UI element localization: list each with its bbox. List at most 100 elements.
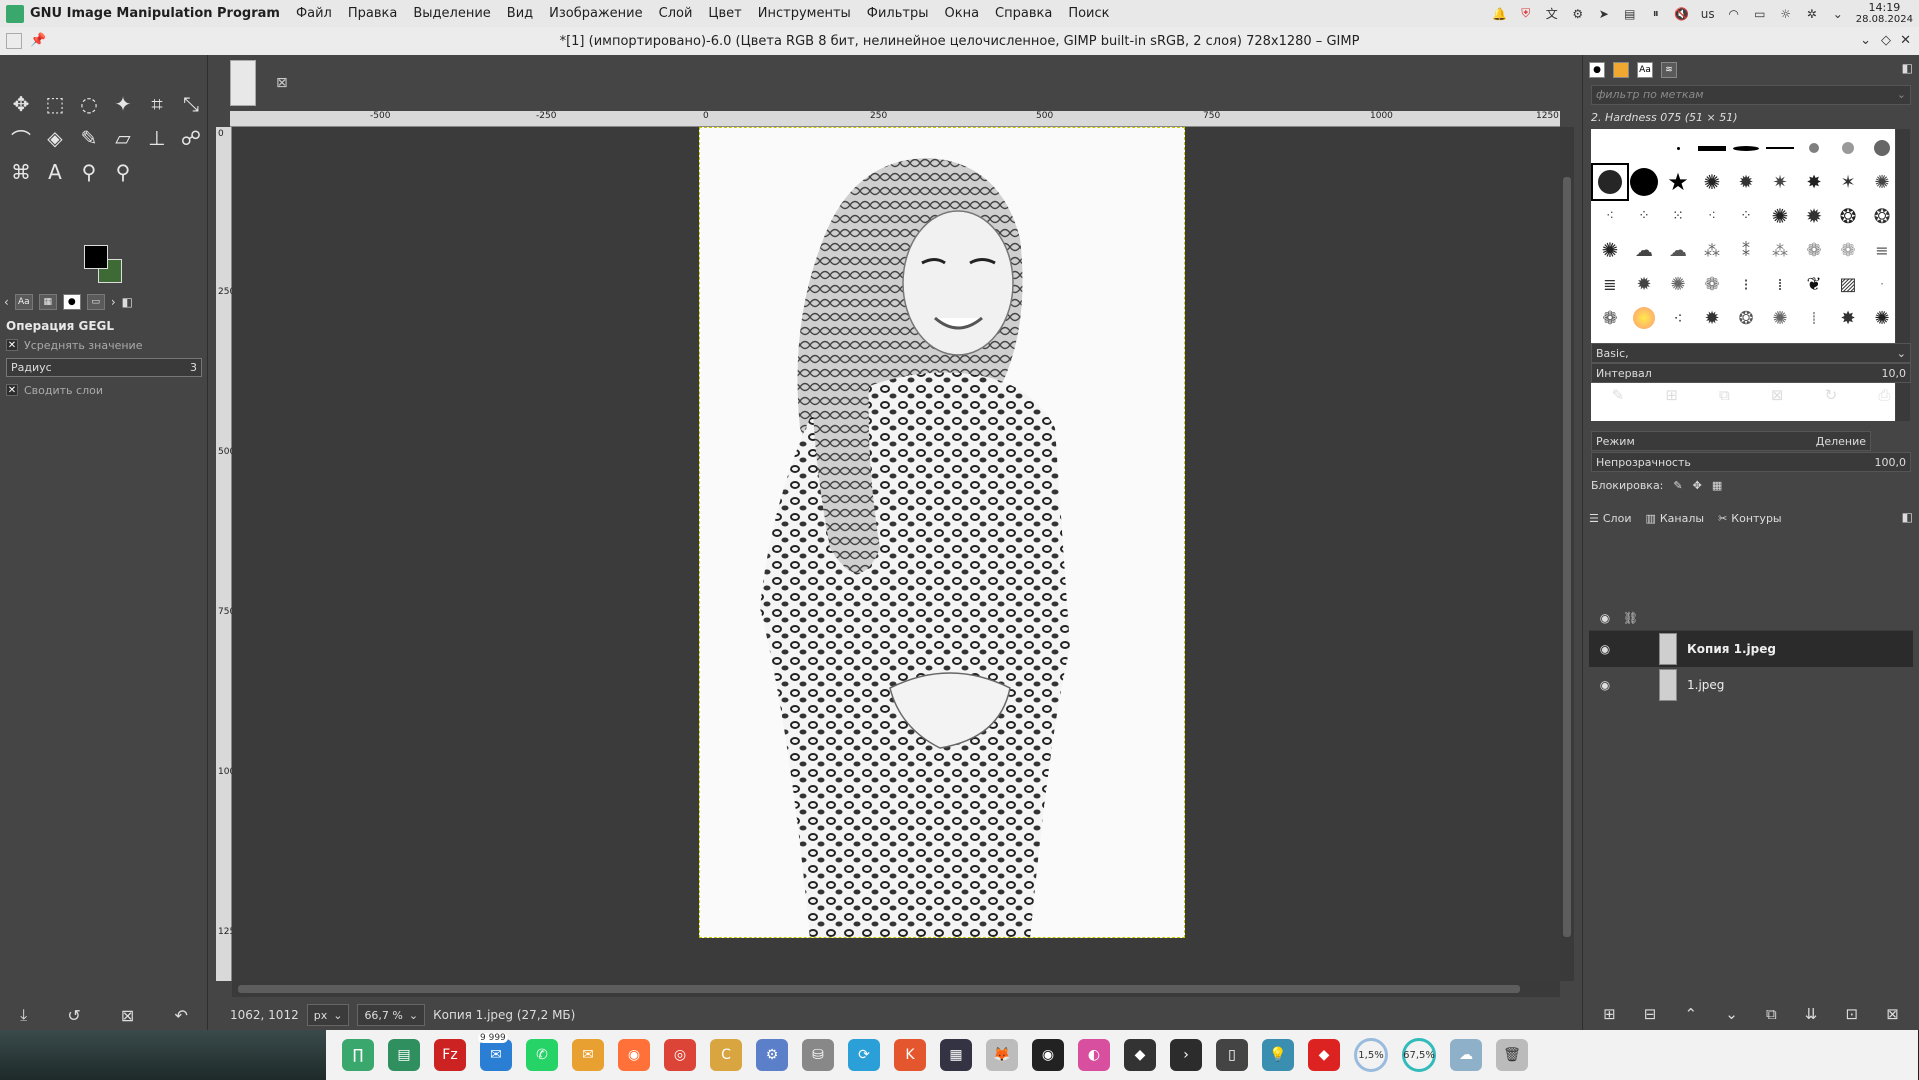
- mail-icon[interactable]: ✉: [572, 1039, 604, 1071]
- dock-menu-icon[interactable]: ◧: [1902, 61, 1913, 75]
- crop-icon[interactable]: ⌗: [140, 87, 174, 121]
- network-icon[interactable]: ⚙: [1570, 6, 1586, 22]
- fg-bg-colors[interactable]: [84, 245, 126, 285]
- brush-item[interactable]: [1695, 131, 1729, 165]
- brush-item[interactable]: ✺: [1865, 301, 1899, 335]
- clone-icon[interactable]: ⊥: [140, 121, 174, 155]
- brush-item[interactable]: ⁖: [1593, 199, 1627, 233]
- brush-item[interactable]: [1797, 131, 1831, 165]
- brush-item[interactable]: ✺: [1763, 199, 1797, 233]
- brush-item[interactable]: ✹: [1627, 267, 1661, 301]
- inkscape-icon[interactable]: ◆: [1124, 1039, 1156, 1071]
- network-app-icon[interactable]: ⟳: [848, 1039, 880, 1071]
- new-brush-icon[interactable]: ⊞: [1665, 386, 1678, 404]
- battery-icon[interactable]: ▭: [1752, 6, 1768, 22]
- brush-item[interactable]: ✶: [1831, 165, 1865, 199]
- brush-item[interactable]: ✺: [1695, 165, 1729, 199]
- image-canvas[interactable]: [232, 127, 1560, 981]
- chevron-right-icon[interactable]: ›: [111, 295, 116, 309]
- brush-item[interactable]: ☁: [1661, 233, 1695, 267]
- new-layer-icon[interactable]: ⊞: [1603, 1005, 1616, 1023]
- lock-alpha-icon[interactable]: ▦: [1712, 479, 1722, 492]
- menu-image[interactable]: Изображение: [549, 6, 642, 21]
- brush-item[interactable]: ▨: [1831, 267, 1865, 301]
- foreground-color-swatch[interactable]: [84, 245, 108, 269]
- image-tab-thumbnail[interactable]: [230, 60, 256, 106]
- tray-expand-icon[interactable]: ⌄: [1830, 6, 1846, 22]
- database-icon[interactable]: ⛁: [802, 1039, 834, 1071]
- pause-icon[interactable]: ⏸: [1648, 6, 1664, 22]
- new-layer-group-icon[interactable]: ⊟: [1644, 1005, 1657, 1023]
- chain-header-icon[interactable]: ⛓: [1623, 611, 1638, 625]
- brush-item[interactable]: ☁: [1627, 233, 1661, 267]
- volume-muted-icon[interactable]: 🔇: [1674, 6, 1690, 22]
- vertical-scroll-thumb[interactable]: [1563, 177, 1571, 937]
- fonts-tab-icon[interactable]: Aa: [14, 294, 33, 310]
- gimp-taskbar-icon[interactable]: 🦊: [986, 1039, 1018, 1071]
- brush-item[interactable]: ⁞: [1797, 301, 1831, 335]
- brush-item[interactable]: ❁: [1695, 267, 1729, 301]
- tab-channels[interactable]: ▥ Каналы: [1645, 512, 1704, 525]
- layer-row[interactable]: ◉ 1.jpeg: [1589, 667, 1913, 703]
- clipboard-app-icon[interactable]: C: [710, 1039, 742, 1071]
- brush-item[interactable]: [1831, 131, 1865, 165]
- brush-item[interactable]: ❁: [1797, 233, 1831, 267]
- restore-options-icon[interactable]: ↺: [67, 1006, 80, 1025]
- maximize-icon[interactable]: ◇: [1881, 33, 1891, 48]
- wifi-icon[interactable]: ◠: [1726, 6, 1742, 22]
- vertical-ruler[interactable]: 0 250 500 750 1000 1250: [216, 127, 241, 981]
- brush-item[interactable]: ✹: [1729, 165, 1763, 199]
- terminal-icon[interactable]: ›: [1170, 1039, 1202, 1071]
- zoom-icon[interactable]: ⚲: [106, 155, 140, 189]
- duplicate-brush-icon[interactable]: ⧉: [1719, 386, 1730, 404]
- kdenlive-icon[interactable]: K: [894, 1039, 926, 1071]
- brush-item[interactable]: ❦: [1797, 267, 1831, 301]
- layer-row[interactable]: ◉ Копия 1.jpeg: [1589, 631, 1913, 667]
- brush-item[interactable]: ⁞: [1763, 267, 1797, 301]
- lasso-icon[interactable]: ◌: [72, 87, 106, 121]
- cpu-gauge[interactable]: 1,5%: [1354, 1038, 1388, 1072]
- brush-item[interactable]: ✺: [1661, 267, 1695, 301]
- average-value-checkbox[interactable]: ✕: [6, 339, 18, 351]
- brush-item[interactable]: ≣: [1593, 267, 1627, 301]
- brush-item[interactable]: ❁: [1831, 233, 1865, 267]
- brush-item[interactable]: ✺: [1763, 301, 1797, 335]
- media-editor-icon[interactable]: ▦: [940, 1039, 972, 1071]
- menu-edit[interactable]: Правка: [348, 6, 397, 21]
- brush-item[interactable]: ⁙: [1661, 199, 1695, 233]
- visibility-header-icon[interactable]: ◉: [1597, 611, 1613, 625]
- delete-options-icon[interactable]: ⊠: [121, 1006, 134, 1025]
- brush-item[interactable]: ✺: [1593, 233, 1627, 267]
- whatsapp-icon[interactable]: ✆: [526, 1039, 558, 1071]
- window-menu-icon[interactable]: [6, 33, 22, 49]
- chevron-down-icon[interactable]: ⌄: [1897, 88, 1906, 102]
- file-manager-icon[interactable]: ▤: [388, 1039, 420, 1071]
- spacing-spinner[interactable]: Интервал 10,0: [1591, 363, 1911, 383]
- lock-pixels-icon[interactable]: ✎: [1673, 479, 1682, 492]
- cloud-icon[interactable]: ☁: [1450, 1039, 1482, 1071]
- menu-layer[interactable]: Слой: [659, 6, 693, 21]
- notifications-icon[interactable]: 🔔: [1492, 6, 1508, 22]
- tab-paths[interactable]: ✂ Контуры: [1718, 512, 1782, 525]
- save-options-icon[interactable]: ⤓: [20, 1005, 27, 1025]
- brush-preset-select[interactable]: Basic, ⌄: [1591, 343, 1911, 363]
- brush-filter-input[interactable]: фильтр по меткам ⌄: [1591, 85, 1911, 105]
- eye-icon[interactable]: ◉: [1597, 678, 1613, 692]
- night-light-icon[interactable]: ✲: [1804, 6, 1820, 22]
- menu-view[interactable]: Вид: [507, 6, 533, 21]
- smudge-icon[interactable]: ☍: [174, 121, 208, 155]
- spacing-value[interactable]: 10,0: [1882, 367, 1907, 380]
- lower-layer-icon[interactable]: ⌄: [1725, 1005, 1738, 1023]
- refresh-brushes-icon[interactable]: ↻: [1825, 386, 1838, 404]
- open-as-image-icon[interactable]: ⎙: [1878, 386, 1890, 404]
- chrome-icon[interactable]: ◎: [664, 1039, 696, 1071]
- brush-item[interactable]: ★: [1661, 165, 1695, 199]
- merge-down-icon[interactable]: ⇊: [1805, 1005, 1818, 1023]
- eye-icon[interactable]: ◉: [1597, 642, 1613, 656]
- image-frame[interactable]: [699, 127, 1185, 938]
- brush-item[interactable]: ✷: [1763, 165, 1797, 199]
- merge-layers-checkbox[interactable]: ✕: [6, 384, 18, 396]
- duplicate-layer-icon[interactable]: ⧉: [1766, 1005, 1777, 1023]
- menu-tools[interactable]: Инструменты: [758, 6, 851, 21]
- close-window-icon[interactable]: ✕: [1900, 33, 1911, 48]
